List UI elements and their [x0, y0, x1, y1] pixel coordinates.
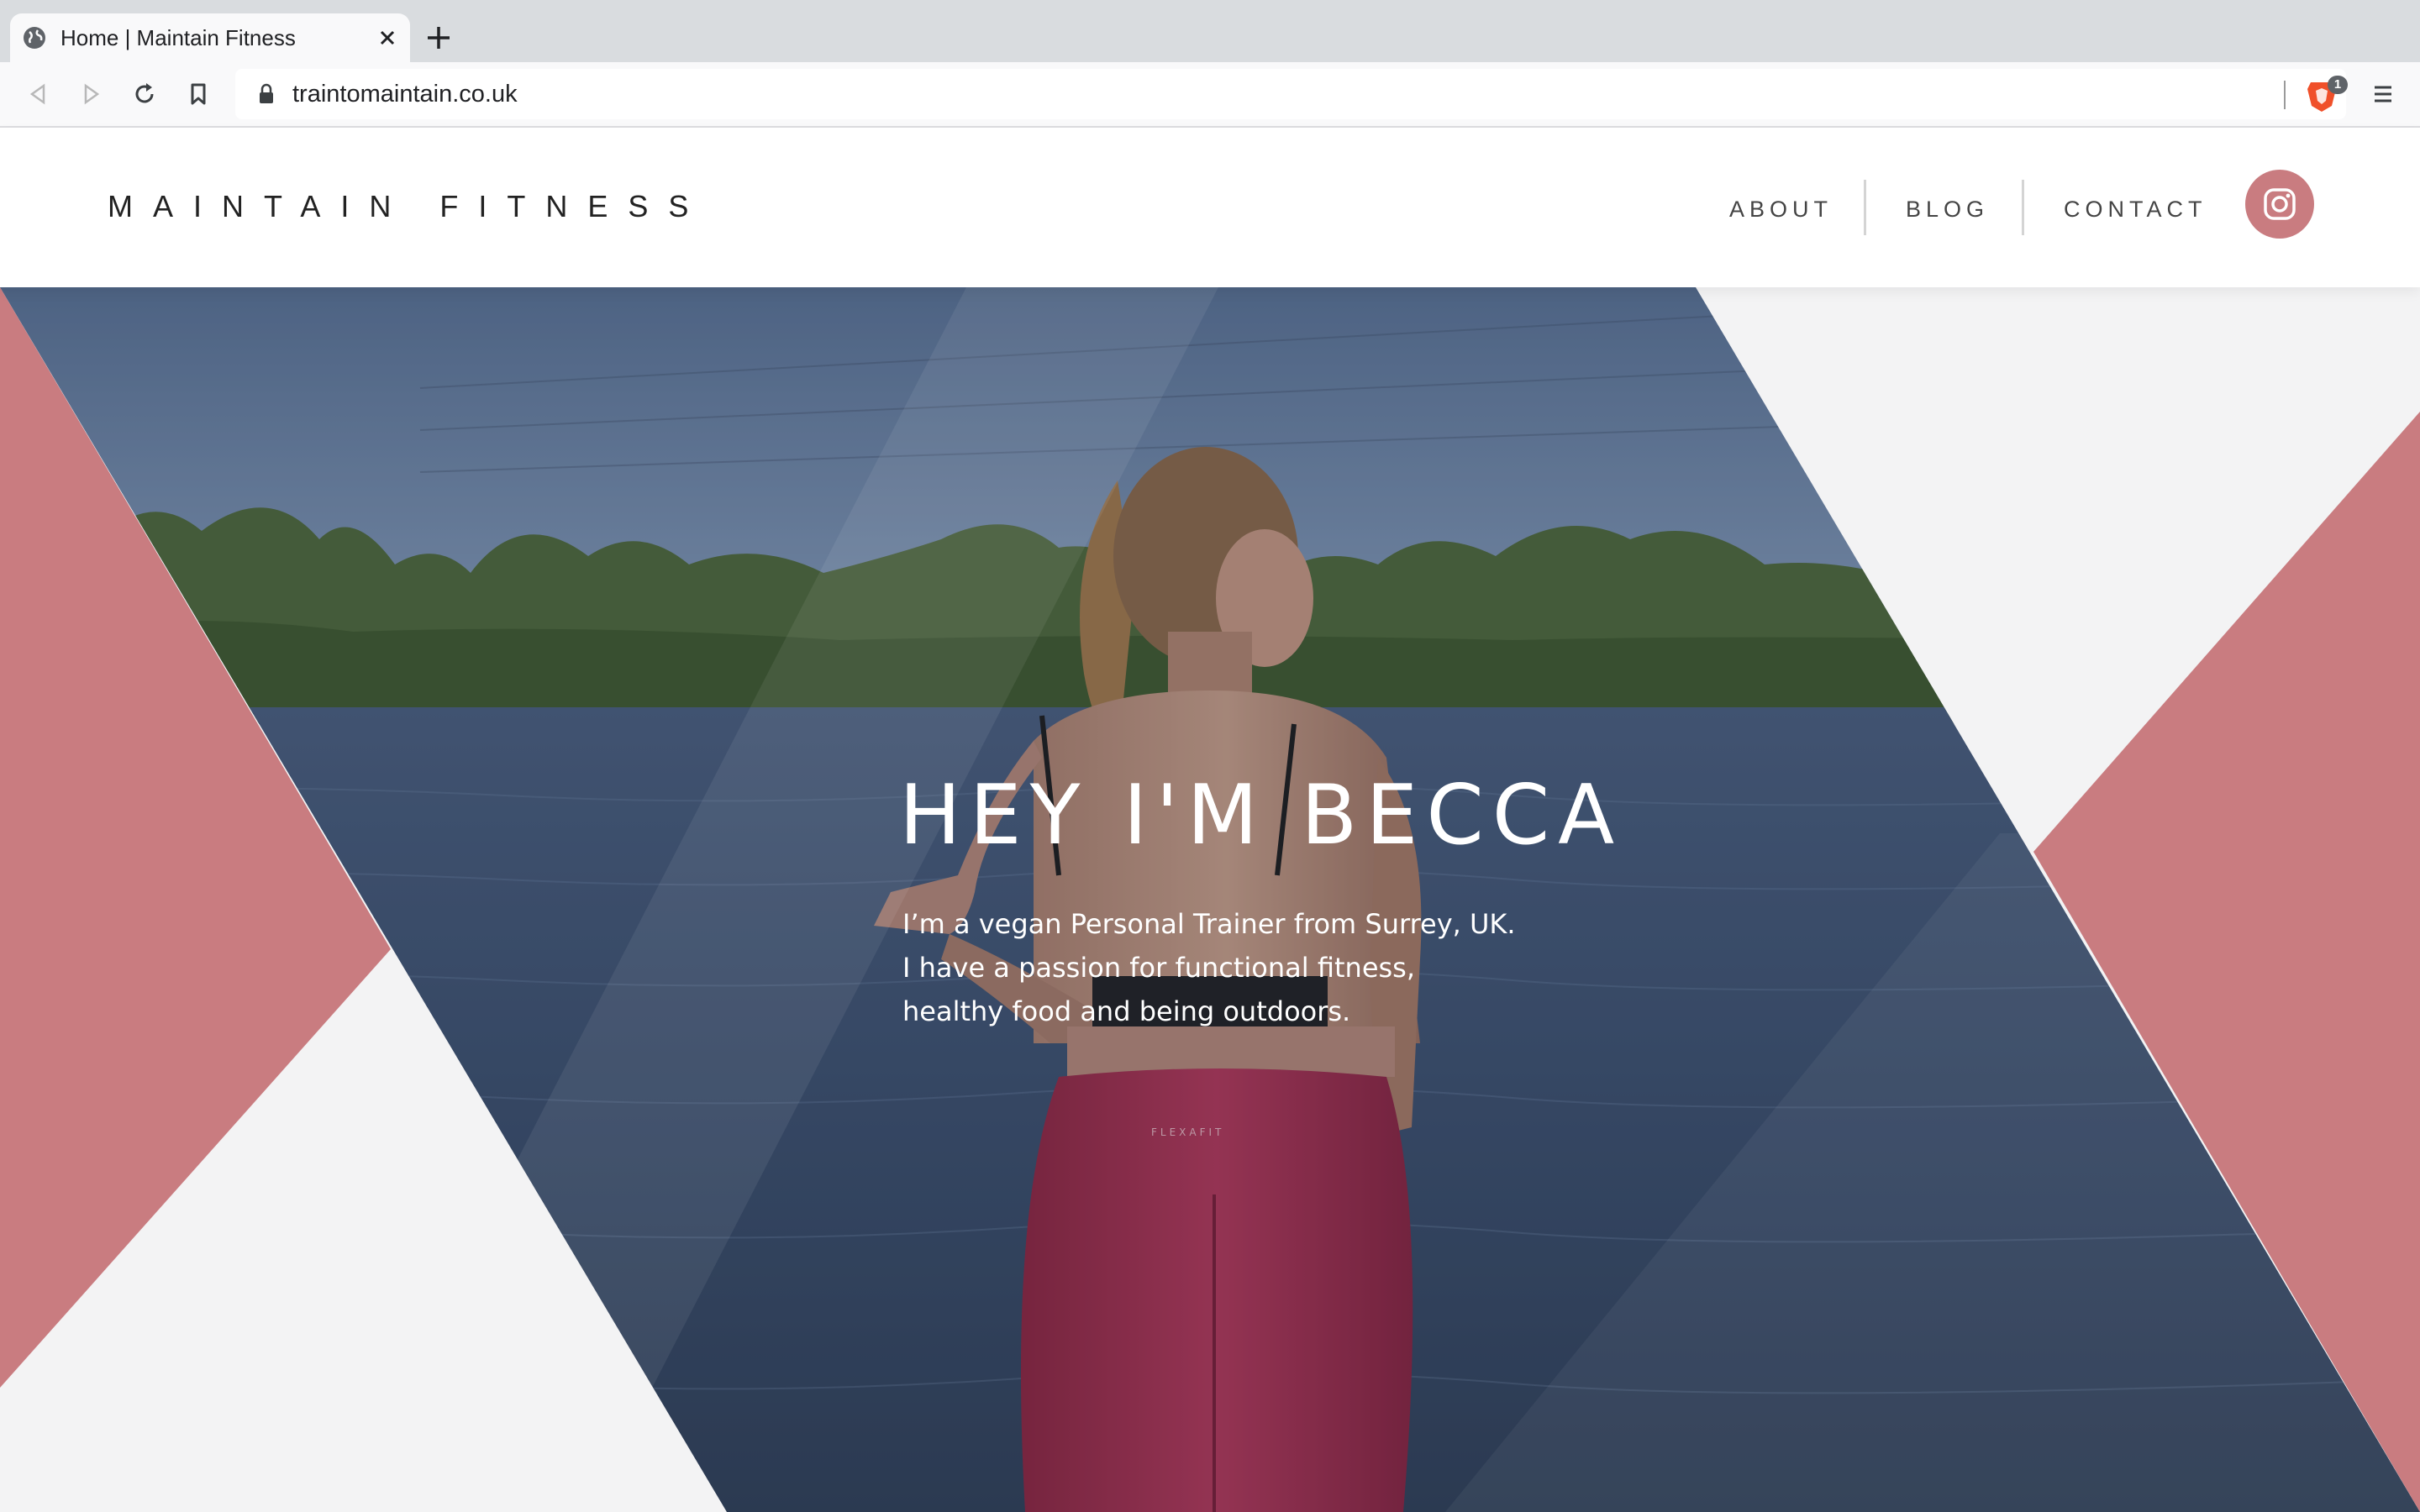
nav-contact[interactable]: CONTACT	[2064, 195, 2207, 223]
close-icon[interactable]	[376, 27, 398, 49]
nav-blog[interactable]: BLOG	[1906, 195, 1989, 223]
site-header: MAINTAIN FITNESS ABOUT BLOG CONTACT	[0, 128, 2420, 287]
nav-about[interactable]: ABOUT	[1729, 195, 1833, 223]
browser-tab[interactable]: Home | Maintain Fitness	[10, 13, 410, 62]
back-icon[interactable]	[24, 79, 54, 109]
instagram-button[interactable]	[2245, 170, 2314, 239]
reload-icon[interactable]	[129, 79, 160, 109]
address-bar[interactable]: traintomaintain.co.uk 1	[235, 69, 2348, 119]
hero-section: FLEXAFIT HEY I'M BECCA I’m a vegan Perso…	[0, 287, 2420, 1512]
tab-title: Home | Maintain Fitness	[60, 25, 296, 50]
lock-icon	[260, 83, 273, 103]
hero-description: I’m a vegan Personal Trainer from Surrey…	[902, 908, 1516, 1027]
nav-divider	[2022, 180, 2024, 235]
globe-icon	[24, 27, 45, 49]
nav-divider	[1864, 180, 1866, 235]
hero-photo: FLEXAFIT	[0, 287, 2420, 1512]
hero-title: HEY I'M BECCA	[899, 768, 1623, 864]
forward-icon[interactable]	[76, 79, 106, 109]
instagram-icon	[2264, 188, 2296, 220]
bookmark-icon[interactable]	[183, 79, 213, 109]
url-text: traintomaintain.co.uk	[292, 81, 518, 108]
menu-icon[interactable]	[2370, 81, 2396, 108]
new-tab-icon[interactable]	[424, 24, 453, 52]
divider	[2284, 81, 2286, 109]
site-logo[interactable]: MAINTAIN FITNESS	[108, 188, 708, 225]
browser-tab-strip: Home | Maintain Fitness	[0, 0, 2420, 62]
hero-background: FLEXAFIT	[0, 287, 2420, 1512]
shield-count-badge: 1	[2328, 76, 2348, 94]
browser-toolbar: traintomaintain.co.uk 1	[0, 62, 2420, 128]
